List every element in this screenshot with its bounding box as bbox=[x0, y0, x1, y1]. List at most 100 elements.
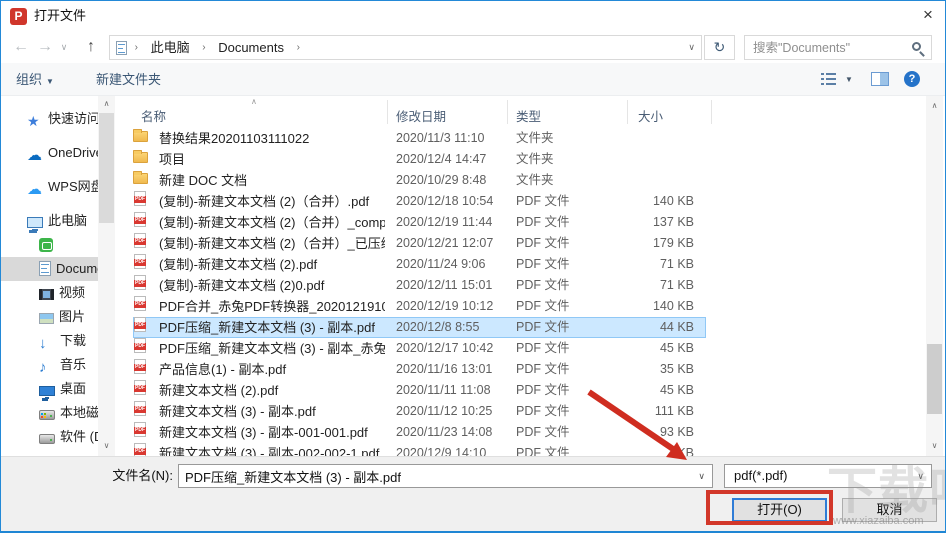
sidebar-item[interactable]: 下载 bbox=[1, 329, 98, 353]
address-dropdown-icon[interactable]: ∨ bbox=[688, 36, 695, 59]
search-icon[interactable] bbox=[912, 42, 921, 51]
file-size: 45 KB bbox=[659, 383, 694, 397]
column-header-name[interactable]: 名称 bbox=[141, 106, 166, 125]
back-icon[interactable]: ← bbox=[9, 31, 33, 63]
sidebar-item-icon bbox=[39, 386, 55, 399]
file-type: PDF 文件 bbox=[516, 341, 570, 355]
file-date: 2020/12/21 12:07 bbox=[396, 236, 494, 250]
breadcrumb-this-pc[interactable]: 此电脑 bbox=[144, 36, 197, 59]
table-row[interactable]: (复制)-新建文本文档 (2)0.pdf 2020/12/11 15:01 PD… bbox=[133, 275, 706, 296]
sidebar-item[interactable]: 本地磁盘 bbox=[1, 401, 98, 425]
table-row[interactable]: 项目 2020/12/4 14:47 文件夹 bbox=[133, 149, 706, 170]
sidebar-item-icon bbox=[27, 178, 43, 194]
sidebar-item-icon bbox=[27, 144, 43, 160]
new-folder-button[interactable]: 新建文件夹 bbox=[96, 63, 161, 96]
table-row[interactable]: (复制)-新建文本文档 (2)（合并）_comp... 2020/12/19 1… bbox=[133, 212, 706, 233]
sidebar-item[interactable]: WPS网盘 bbox=[1, 175, 98, 199]
sidebar-item-label: 此电脑 bbox=[48, 213, 88, 228]
close-icon[interactable]: × bbox=[911, 1, 945, 31]
file-date: 2020/12/9 14:10 bbox=[396, 446, 487, 456]
sidebar-item[interactable]: 音乐 bbox=[1, 353, 98, 377]
table-row[interactable]: 新建文本文档 (3) - 副本.pdf 2020/11/12 10:25 PDF… bbox=[133, 401, 706, 422]
scroll-down-icon[interactable]: ∨ bbox=[98, 438, 115, 453]
file-icon bbox=[134, 233, 146, 248]
forward-icon[interactable]: → bbox=[33, 31, 57, 63]
table-row[interactable]: 新建文本文档 (2).pdf 2020/11/11 11:08 PDF 文件 4… bbox=[133, 380, 706, 401]
scrollbar-thumb[interactable] bbox=[927, 344, 942, 414]
file-icon bbox=[134, 338, 146, 353]
column-header-type[interactable]: 类型 bbox=[516, 106, 541, 125]
scroll-up-icon[interactable]: ∧ bbox=[98, 96, 115, 111]
sidebar-item[interactable]: OneDrive bbox=[1, 141, 98, 165]
sidebar-item-label: OneDrive bbox=[48, 145, 98, 160]
sidebar-item-label: 桌面 bbox=[60, 381, 87, 396]
breadcrumb-documents[interactable]: Documents bbox=[211, 36, 291, 59]
file-type: 文件夹 bbox=[516, 131, 554, 145]
sidebar-item-icon bbox=[39, 261, 51, 276]
scroll-up-icon[interactable]: ∧ bbox=[926, 98, 943, 113]
file-type: 文件夹 bbox=[516, 152, 554, 166]
table-row[interactable]: 新建文本文档 (3) - 副本-002-002-1.pdf 2020/12/9 … bbox=[133, 443, 706, 456]
file-size: 137 KB bbox=[652, 215, 694, 229]
list-scrollbar[interactable]: ∧ ∨ bbox=[926, 96, 943, 456]
file-date: 2020/12/8 8:55 bbox=[396, 320, 480, 334]
search-box bbox=[744, 35, 932, 60]
file-icon bbox=[134, 254, 146, 269]
command-toolbar: 组织 ▼ 新建文件夹 ▼ ? bbox=[1, 63, 945, 96]
sidebar-item[interactable] bbox=[1, 233, 98, 257]
sidebar-item[interactable]: 视频 bbox=[1, 281, 98, 305]
search-input[interactable] bbox=[753, 37, 903, 58]
help-icon[interactable]: ? bbox=[904, 71, 920, 87]
file-date: 2020/12/18 10:54 bbox=[396, 194, 494, 208]
file-date: 2020/10/29 8:48 bbox=[396, 173, 487, 187]
table-row[interactable]: PDF压缩_新建文本文档 (3) - 副本_赤兔P... 2020/12/17 … bbox=[133, 338, 706, 359]
file-name: (复制)-新建文本文档 (2)0.pdf bbox=[159, 278, 325, 293]
filename-input[interactable] bbox=[185, 466, 685, 486]
sidebar-item[interactable]: 软件 (D bbox=[1, 425, 98, 449]
table-row[interactable]: (复制)-新建文本文档 (2).pdf 2020/11/24 9:06 PDF … bbox=[133, 254, 706, 275]
file-name: PDF合并_赤兔PDF转换器_20201219101... bbox=[159, 299, 385, 314]
table-row[interactable]: PDF压缩_新建文本文档 (3) - 副本.pdf 2020/12/8 8:55… bbox=[133, 317, 706, 338]
filetype-combobox[interactable]: pdf(*.pdf) ∨ bbox=[724, 464, 932, 488]
sidebar-item[interactable]: 此电脑 bbox=[1, 209, 98, 233]
table-row[interactable]: 替换结果20201103111022 2020/11/3 11:10 文件夹 bbox=[133, 128, 706, 149]
file-rows: 替换结果20201103111022 2020/11/3 11:10 文件夹 项… bbox=[133, 128, 706, 456]
filetype-value: pdf(*.pdf) bbox=[734, 468, 788, 483]
sidebar-scrollbar[interactable]: ∧ ∨ bbox=[98, 96, 115, 456]
chevron-down-icon: ▼ bbox=[46, 77, 54, 86]
organize-button[interactable]: 组织 ▼ bbox=[16, 63, 54, 98]
address-bar[interactable]: › 此电脑 › Documents › ∨ bbox=[109, 35, 702, 60]
file-type: PDF 文件 bbox=[516, 362, 570, 376]
table-row[interactable]: 新建 DOC 文档 2020/10/29 8:48 文件夹 bbox=[133, 170, 706, 191]
sidebar-item[interactable]: Documents bbox=[1, 257, 98, 281]
view-mode-icon[interactable] bbox=[821, 72, 836, 86]
sidebar-item[interactable]: 快速访问 bbox=[1, 107, 98, 131]
file-date: 2020/11/3 11:10 bbox=[396, 131, 485, 145]
sidebar-item-icon bbox=[27, 217, 43, 231]
table-row[interactable]: PDF合并_赤兔PDF转换器_20201219101... 2020/12/19… bbox=[133, 296, 706, 317]
cancel-button[interactable]: 取消 bbox=[842, 498, 937, 522]
up-icon[interactable]: ↑ bbox=[79, 31, 103, 63]
scroll-down-icon[interactable]: ∨ bbox=[926, 438, 943, 453]
table-row[interactable]: 产品信息(1) - 副本.pdf 2020/11/16 13:01 PDF 文件… bbox=[133, 359, 706, 380]
table-row[interactable]: (复制)-新建文本文档 (2)（合并）.pdf 2020/12/18 10:54… bbox=[133, 191, 706, 212]
file-icon bbox=[134, 359, 146, 374]
file-type: PDF 文件 bbox=[516, 404, 570, 418]
preview-pane-icon[interactable] bbox=[871, 72, 889, 86]
file-name: 替换结果20201103111022 bbox=[159, 131, 310, 146]
filename-label: 文件名(N): bbox=[112, 468, 173, 483]
sidebar-item[interactable]: 图片 bbox=[1, 305, 98, 329]
view-mode-chevron-icon[interactable]: ▼ bbox=[845, 63, 853, 96]
column-header-date[interactable]: 修改日期 bbox=[396, 106, 446, 125]
scrollbar-thumb[interactable] bbox=[99, 113, 114, 223]
file-icon bbox=[134, 401, 146, 416]
dialog-title: 打开文件 bbox=[34, 8, 87, 23]
refresh-icon[interactable]: ↻ bbox=[704, 35, 735, 60]
history-chevron-down-icon[interactable]: ∨ bbox=[57, 31, 71, 63]
table-row[interactable]: (复制)-新建文本文档 (2)（合并）_已压缩... 2020/12/21 12… bbox=[133, 233, 706, 254]
column-header-size[interactable]: 大小 bbox=[638, 106, 663, 125]
table-row[interactable]: 新建文本文档 (3) - 副本-001-001.pdf 2020/11/23 1… bbox=[133, 422, 706, 443]
chevron-down-icon[interactable]: ∨ bbox=[698, 465, 705, 487]
sidebar-item[interactable]: 桌面 bbox=[1, 377, 98, 401]
sidebar-item-label: WPS网盘 bbox=[48, 179, 98, 194]
